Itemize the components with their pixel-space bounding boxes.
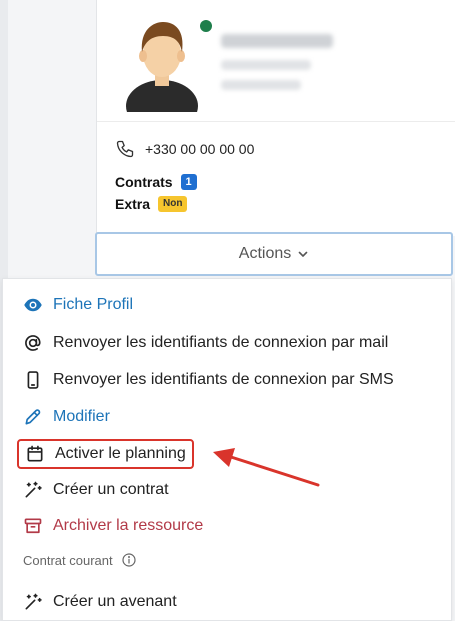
contrats-row: Contrats 1: [115, 172, 197, 192]
section-contrat-courant: Contrat courant: [23, 550, 137, 570]
contrats-count-badge[interactable]: 1: [180, 174, 197, 190]
menu-item-label: Archiver la ressource: [53, 517, 204, 534]
menu-item-archiver-ressource[interactable]: Archiver la ressource: [23, 512, 203, 540]
actions-label: Actions: [238, 245, 292, 262]
menu-item-resend-credentials-sms[interactable]: Renvoyer les identifiants de connexion p…: [23, 366, 394, 394]
actions-button[interactable]: Actions: [95, 232, 453, 276]
extra-label: Extra: [115, 196, 151, 212]
chevron-down-icon: [298, 251, 308, 257]
blurred-detail-2: [221, 80, 301, 90]
pencil-icon: [25, 409, 41, 425]
calendar-icon: [27, 445, 43, 462]
menu-item-label: Fiche Profil: [53, 296, 134, 313]
menu-item-label: Créer un contrat: [53, 481, 169, 498]
profile-card: +330 00 00 00 00 Contrats 1 Extra Non: [96, 0, 455, 236]
card-divider: [97, 121, 455, 122]
avatar: [126, 22, 198, 112]
blurred-detail-1: [221, 60, 311, 70]
menu-item-fiche-profil[interactable]: Fiche Profil: [23, 291, 133, 319]
section-label: Contrat courant: [23, 552, 113, 568]
phone-row[interactable]: +330 00 00 00 00: [115, 138, 254, 160]
phone-icon: [116, 140, 134, 158]
extra-status-badge: Non: [158, 196, 188, 212]
menu-item-resend-credentials-mail[interactable]: Renvoyer les identifiants de connexion p…: [23, 329, 388, 357]
menu-item-modifier[interactable]: Modifier: [23, 403, 110, 431]
online-status-dot: [200, 20, 212, 32]
menu-item-activer-planning[interactable]: Activer le planning: [17, 439, 194, 469]
menu-item-label: Modifier: [53, 408, 110, 425]
menu-item-label: Renvoyer les identifiants de connexion p…: [53, 334, 389, 351]
phone-number: +330 00 00 00 00: [145, 141, 255, 157]
magic-wand-icon: [25, 481, 42, 498]
eye-icon: [24, 298, 42, 312]
mobile-icon: [27, 371, 39, 389]
extra-row: Extra Non: [115, 194, 188, 214]
info-icon[interactable]: [121, 552, 137, 568]
blurred-name: [221, 34, 333, 48]
menu-item-label: Renvoyer les identifiants de connexion p…: [53, 371, 394, 388]
archive-icon: [24, 518, 42, 534]
menu-item-creer-avenant[interactable]: Créer un avenant: [23, 588, 177, 616]
menu-item-creer-contrat[interactable]: Créer un contrat: [23, 476, 169, 504]
annotation-arrow: [213, 448, 320, 487]
magic-wand-icon: [25, 593, 42, 610]
contrats-label: Contrats: [115, 174, 173, 190]
menu-item-label: Activer le planning: [55, 445, 186, 462]
at-icon: [25, 335, 41, 351]
menu-item-label: Créer un avenant: [53, 593, 177, 610]
